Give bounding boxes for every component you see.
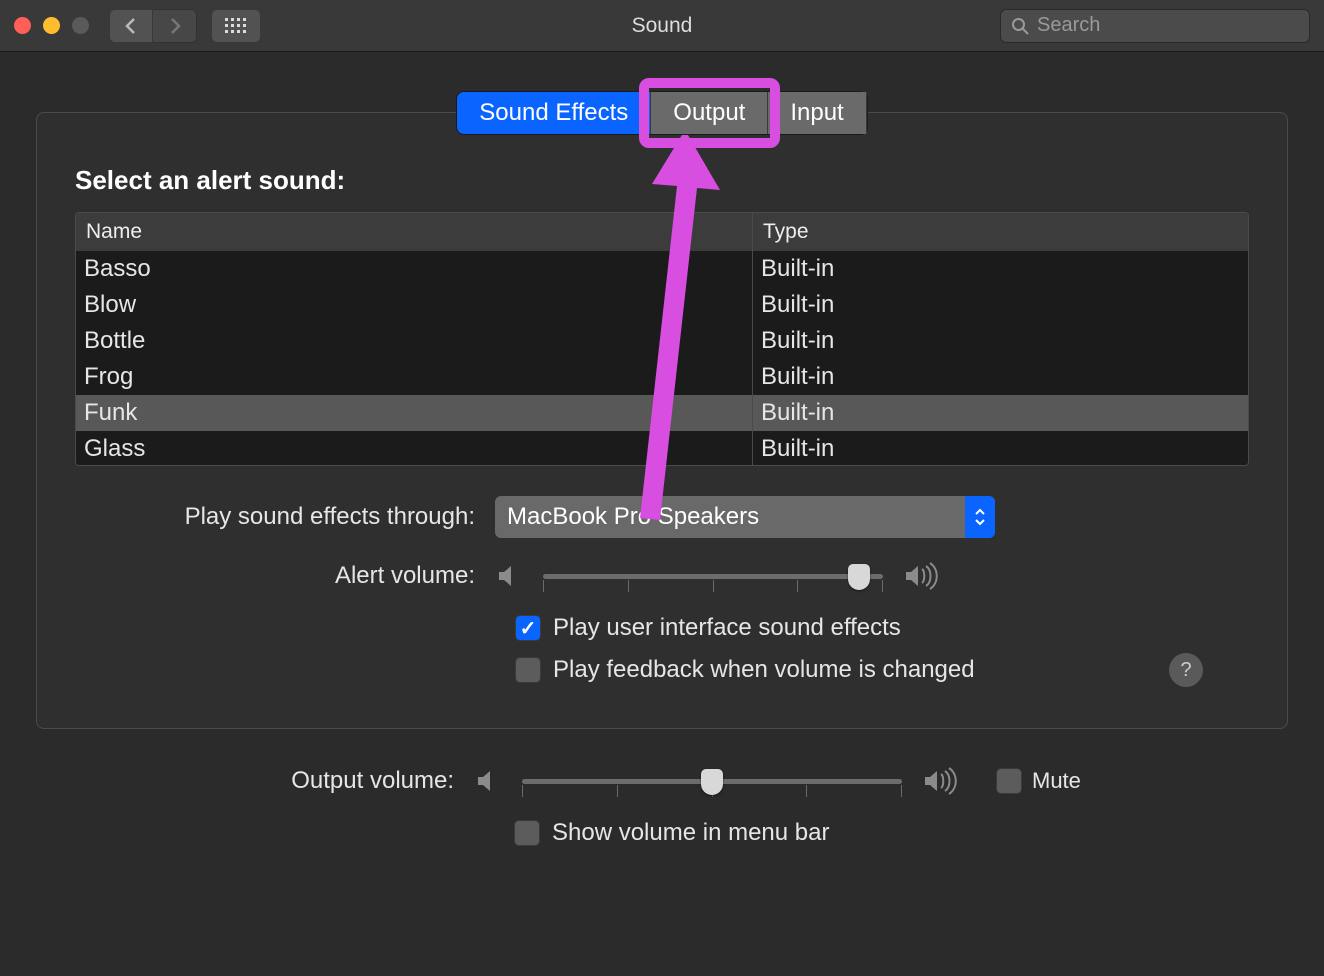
output-volume-section: Output volume: Mute [36, 763, 1288, 847]
minimize-window-button[interactable] [43, 17, 60, 34]
cell-type: Built-in [752, 395, 1248, 431]
col-header-type[interactable]: Type [752, 213, 1248, 251]
cell-type: Built-in [752, 287, 1248, 323]
table-row[interactable]: FrogBuilt-in [76, 359, 1248, 395]
table-row[interactable]: FunkBuilt-in [76, 395, 1248, 431]
cell-type: Built-in [752, 431, 1248, 465]
table-header: Name Type [76, 213, 1248, 251]
cell-name: Bottle [76, 327, 752, 355]
section-title: Select an alert sound: [75, 165, 1249, 196]
speaker-high-icon [920, 766, 960, 796]
speaker-low-icon [474, 766, 504, 796]
select-stepper-icon [965, 496, 995, 538]
col-header-name[interactable]: Name [76, 220, 752, 244]
mute-checkbox[interactable] [996, 768, 1022, 794]
show-menu-row[interactable]: Show volume in menu bar [514, 819, 1250, 847]
mute-row[interactable]: Mute [996, 768, 1081, 794]
search-field[interactable]: Search [1000, 9, 1310, 43]
window-traffic-lights [14, 17, 89, 34]
alert-volume-label: Alert volume: [75, 562, 495, 590]
help-button[interactable]: ? [1169, 653, 1203, 687]
nav-back-forward [109, 9, 197, 43]
table-row[interactable]: GlassBuilt-in [76, 431, 1248, 465]
play-ui-sounds-row[interactable]: Play user interface sound effects [515, 614, 1249, 642]
tab-input[interactable]: Input [768, 92, 866, 134]
show-menu-label: Show volume in menu bar [552, 819, 829, 847]
play-feedback-checkbox[interactable] [515, 657, 541, 683]
cell-type: Built-in [752, 251, 1248, 287]
play-ui-sounds-label: Play user interface sound effects [553, 614, 901, 642]
preferences-panel: Select an alert sound: Name Type BassoBu… [36, 112, 1288, 729]
slider-thumb[interactable] [848, 564, 870, 590]
cell-type: Built-in [752, 323, 1248, 359]
table-row[interactable]: BassoBuilt-in [76, 251, 1248, 287]
cell-type: Built-in [752, 359, 1248, 395]
speaker-low-icon [495, 561, 525, 591]
back-button[interactable] [109, 9, 153, 43]
play-feedback-label: Play feedback when volume is changed [553, 656, 975, 684]
output-volume-slider[interactable] [522, 763, 902, 799]
mute-label: Mute [1032, 768, 1081, 794]
cell-name: Funk [76, 399, 752, 427]
slider-thumb[interactable] [701, 769, 723, 795]
table-row[interactable]: BottleBuilt-in [76, 323, 1248, 359]
search-placeholder: Search [1037, 14, 1100, 37]
speaker-high-icon [901, 561, 941, 591]
cell-name: Glass [76, 435, 752, 463]
alert-sounds-table: Name Type BassoBuilt-inBlowBuilt-inBottl… [75, 212, 1249, 466]
window-toolbar: Sound Search [0, 0, 1324, 52]
table-row[interactable]: BlowBuilt-in [76, 287, 1248, 323]
cell-name: Frog [76, 363, 752, 391]
tab-sound-effects[interactable]: Sound Effects [457, 92, 651, 134]
play-ui-sounds-checkbox[interactable] [515, 615, 541, 641]
show-menu-checkbox[interactable] [514, 820, 540, 846]
search-icon [1011, 17, 1029, 35]
alert-volume-slider[interactable] [543, 558, 883, 594]
tab-bar: Sound Effects Output Input [36, 92, 1288, 134]
table-body: BassoBuilt-inBlowBuilt-inBottleBuilt-inF… [76, 251, 1248, 465]
tab-output[interactable]: Output [651, 92, 768, 134]
play-through-label: Play sound effects through: [75, 503, 495, 531]
zoom-window-button[interactable] [72, 17, 89, 34]
play-through-value: MacBook Pro Speakers [507, 503, 759, 531]
close-window-button[interactable] [14, 17, 31, 34]
output-volume-label: Output volume: [74, 767, 474, 795]
play-through-select[interactable]: MacBook Pro Speakers [495, 496, 995, 538]
cell-name: Basso [76, 255, 752, 283]
forward-button[interactable] [153, 9, 197, 43]
play-feedback-row[interactable]: Play feedback when volume is changed ? [515, 656, 1249, 684]
show-all-preferences-button[interactable] [211, 9, 261, 43]
cell-name: Blow [76, 291, 752, 319]
